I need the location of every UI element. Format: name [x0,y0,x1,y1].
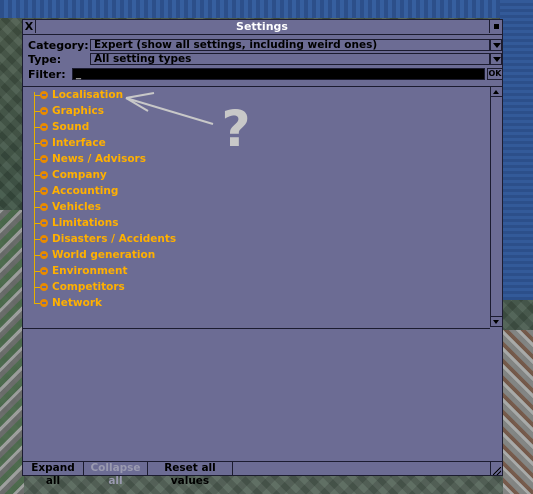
map-water-top [0,0,533,18]
tree-item-label: News / Advisors [52,153,146,165]
expand-icon[interactable] [40,139,48,147]
tree-scrollbar[interactable] [490,86,502,327]
tree-guide-line [34,92,35,304]
expand-icon[interactable] [40,187,48,195]
dropdown-arrow-icon[interactable] [490,53,502,65]
tree-item-label: Localisation [52,89,124,101]
expand-icon[interactable] [40,91,48,99]
settings-tree: Localisation Graphics Sound Interface News /… [23,86,490,329]
settings-window: X Settings Category: Expert (show all se… [22,19,503,487]
tree-item-label: Limitations [52,217,119,229]
scroll-down-icon[interactable] [491,316,502,326]
map-water-right [500,0,533,300]
map-town-left [0,210,24,494]
filter-ok-button[interactable]: OK [487,68,503,80]
expand-icon[interactable] [40,251,48,259]
dropdown-arrow-icon[interactable] [490,39,502,51]
map-town-right [503,330,533,494]
collapse-all-button[interactable]: Collapse all [84,462,148,487]
filter-input[interactable]: _ [72,68,485,80]
expand-all-button[interactable]: Expand all [23,462,84,487]
tree-item-label: Company [52,169,107,181]
window-title: Settings [236,20,288,33]
setting-help-panel [23,329,502,461]
expand-icon[interactable] [40,171,48,179]
tree-item-label: Competitors [52,281,125,293]
type-label: Type: [28,53,62,66]
bottom-button-bar: Expand all Collapse all Reset all values [23,461,502,487]
tree-item-label: Network [52,297,103,309]
category-dropdown[interactable]: Expert (show all settings, including wei… [90,39,490,51]
tree-item-label: World generation [52,249,156,261]
sticky-square [494,24,499,29]
reset-all-values-button[interactable]: Reset all values [148,462,233,487]
close-icon[interactable]: X [23,20,36,33]
resize-icon[interactable] [490,462,502,476]
expand-icon[interactable] [40,155,48,163]
expand-icon[interactable] [40,107,48,115]
scroll-up-icon[interactable] [491,87,502,97]
tree-item-label: Disasters / Accidents [52,233,177,245]
tree-item-label: Sound [52,121,90,133]
expand-icon[interactable] [40,267,48,275]
tree-item-label: Graphics [52,105,104,117]
tree-item-label: Interface [52,137,106,149]
sticky-icon[interactable] [489,20,502,33]
tree-item-label: Accounting [52,185,119,197]
window-titlebar[interactable]: X Settings [23,20,502,35]
expand-icon[interactable] [40,299,48,307]
expand-icon[interactable] [40,123,48,131]
expand-icon[interactable] [40,203,48,211]
type-dropdown[interactable]: All setting types [90,53,490,65]
expand-icon[interactable] [40,235,48,243]
expand-icon[interactable] [40,219,48,227]
tree-item-label: Environment [52,265,128,277]
expand-icon[interactable] [40,283,48,291]
tree-item-label: Vehicles [52,201,101,213]
category-label: Category: [28,39,89,52]
